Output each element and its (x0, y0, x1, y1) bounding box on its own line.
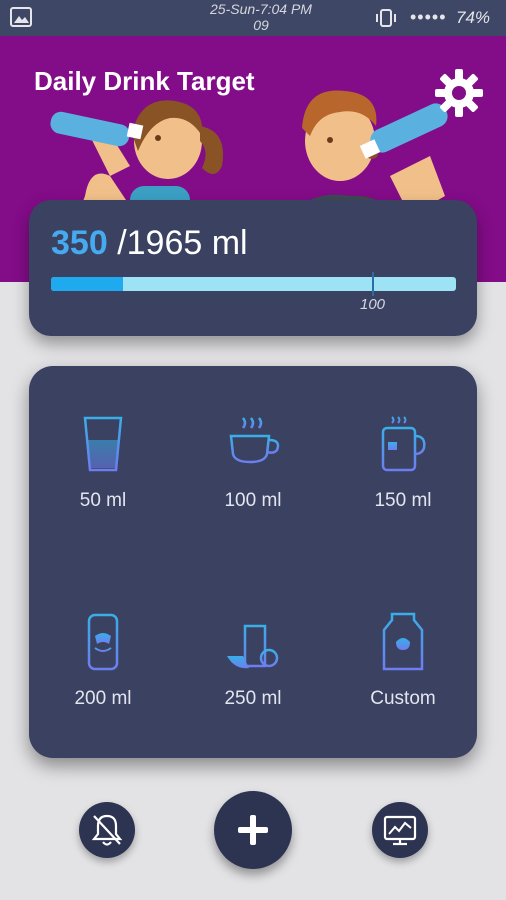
cup-option-custom[interactable]: Custom (333, 612, 473, 710)
clock-line2: 09 (253, 17, 269, 33)
glass-icon (83, 416, 123, 472)
signal-dots-icon: ••••• (410, 7, 447, 27)
juice-box-icon (227, 612, 279, 669)
vibrate-icon (376, 9, 396, 27)
progress-card: 350 /1965 ml 100 (29, 200, 477, 336)
status-bar: 25-Sun-7:04 PM 09 ••••• 74% (0, 0, 506, 36)
cup-option-200ml[interactable]: 200 ml (33, 612, 173, 710)
progress-marker-label: 100 (360, 296, 386, 313)
add-drink-button[interactable] (214, 791, 292, 869)
statistics-icon (383, 815, 417, 846)
cup-option-100ml[interactable]: 100 ml (183, 414, 323, 512)
cup-label: 100 ml (224, 490, 282, 511)
cup-label: Custom (370, 688, 436, 709)
cup-label: 50 ml (79, 490, 127, 511)
can-icon (87, 613, 119, 671)
page-title: Daily Drink Target (34, 66, 255, 96)
statistics-button[interactable] (372, 802, 428, 858)
current-intake: 350 (51, 224, 108, 262)
cup-option-250ml[interactable]: 250 ml (183, 612, 323, 710)
cup-option-150ml[interactable]: 150 ml (333, 414, 473, 512)
cup-label: 250 ml (224, 688, 282, 709)
coffee-cup-icon (224, 417, 280, 470)
intake-amount: 350 /1965 ml (51, 224, 248, 263)
battery-level: 74% (456, 8, 491, 27)
reminder-off-icon (91, 814, 123, 846)
progress-track (51, 277, 456, 291)
cup-label: 200 ml (74, 688, 132, 709)
tea-mug-icon (381, 416, 426, 472)
progress-marker (372, 272, 374, 296)
status-clock: 25-Sun-7:04 PM 09 (196, 1, 326, 33)
add-icon (238, 815, 268, 845)
drink-size-grid: 50 ml 100 ml 150 ml 200 ml 250 ml Custom (29, 366, 477, 758)
daily-target: /1965 ml (117, 224, 248, 262)
clock-line1: 25-Sun-7:04 PM (210, 1, 312, 17)
cup-option-50ml[interactable]: 50 ml (33, 414, 173, 512)
settings-gear-icon[interactable] (432, 66, 486, 120)
milk-carton-icon (382, 612, 424, 671)
cup-label: 150 ml (374, 490, 432, 511)
reminder-off-button[interactable] (79, 802, 135, 858)
gallery-icon (10, 7, 32, 27)
progress-fill (51, 277, 124, 291)
